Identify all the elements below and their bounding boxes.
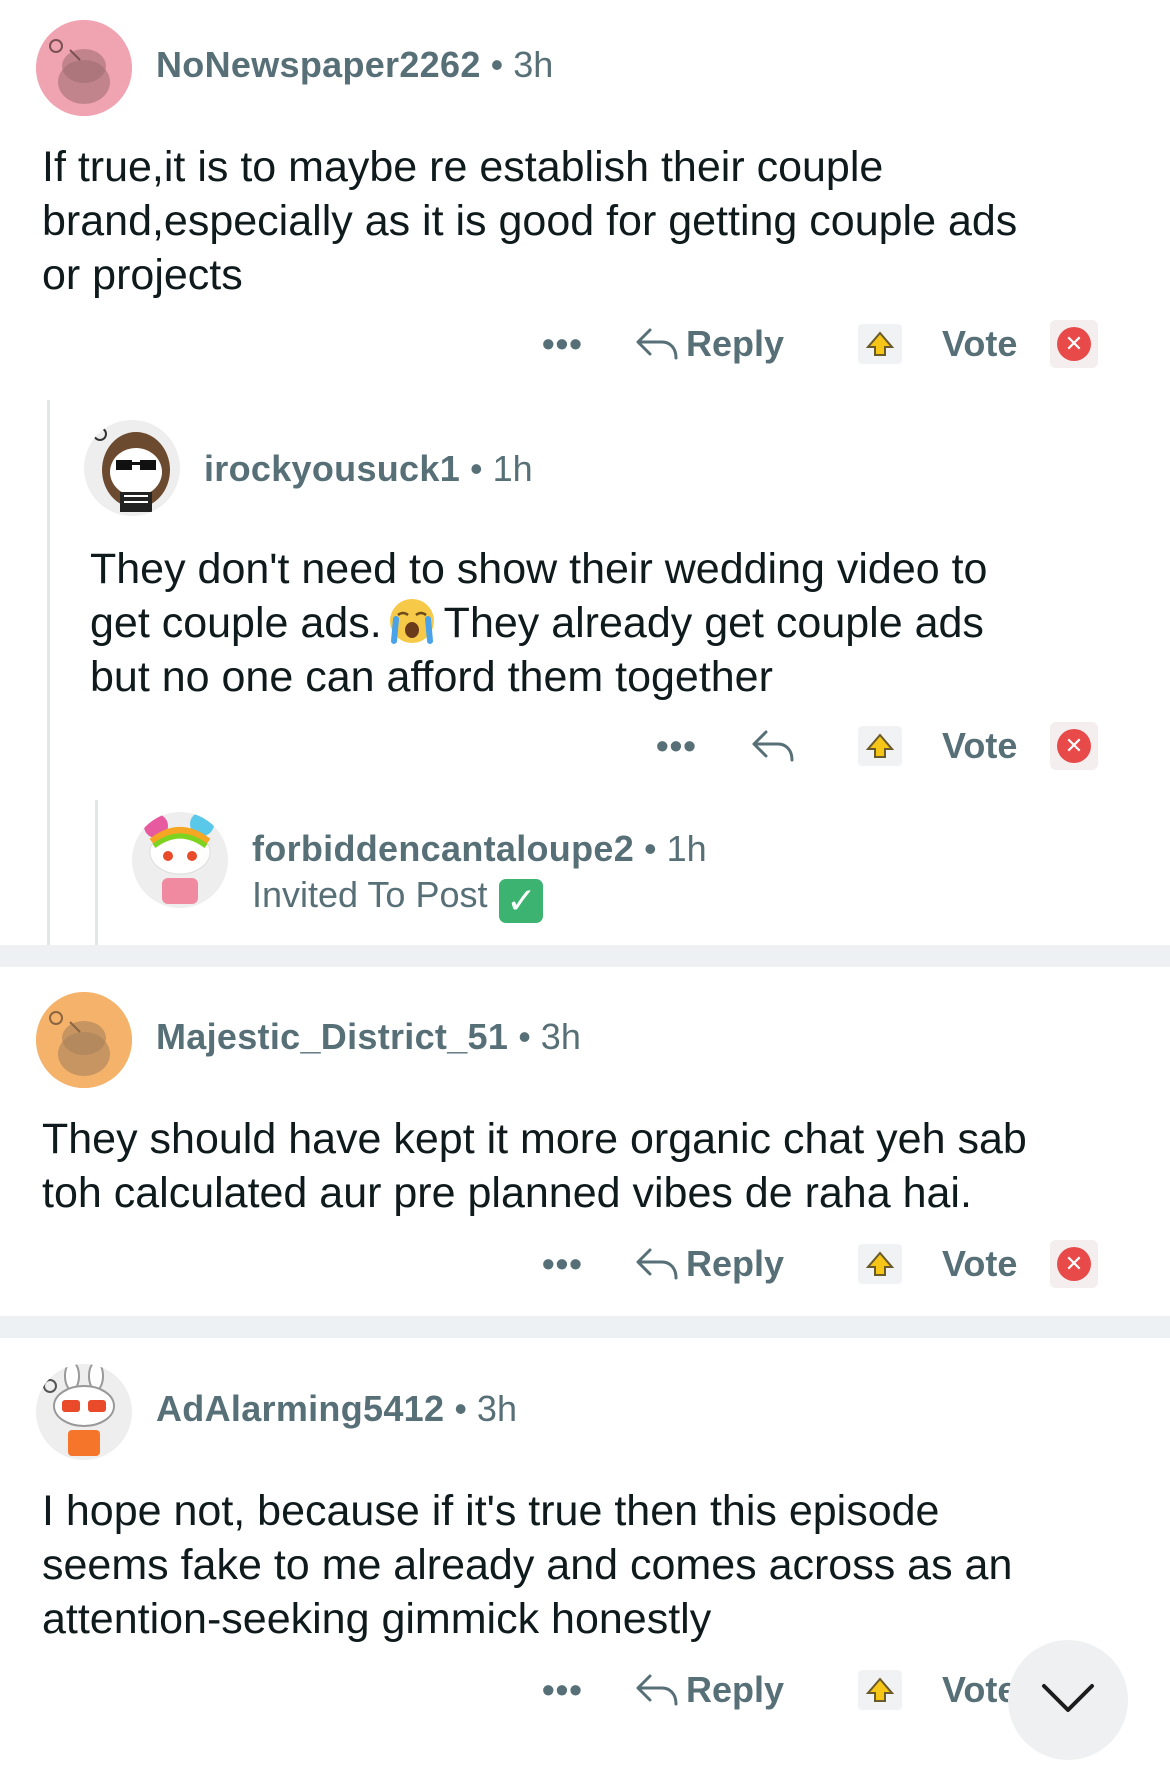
reply-button[interactable]: Reply [634, 316, 784, 372]
comment-actions: ••• Reply Vote ✕ [0, 1236, 1170, 1292]
comment-separator [0, 1316, 1170, 1338]
ellipsis-icon: ••• [542, 1669, 583, 1710]
timestamp: 1h [666, 828, 707, 869]
timestamp: 1h [492, 448, 533, 489]
timestamp: 3h [540, 1016, 581, 1057]
timestamp: 3h [513, 44, 554, 85]
thread-line[interactable] [95, 800, 98, 945]
comment-actions: ••• Reply Vote [0, 1662, 1170, 1718]
comment-actions: ••• Vote ✕ [0, 718, 1170, 774]
chevron-down-icon [1042, 1684, 1094, 1712]
username[interactable]: Majestic_District_51 [156, 1016, 508, 1057]
comment-meta: irockyousuck1 • 1h [204, 448, 533, 490]
downvote-icon: ✕ [1057, 1247, 1091, 1281]
downvote-icon: ✕ [1057, 327, 1091, 361]
ellipsis-icon: ••• [542, 323, 583, 364]
more-options-button[interactable]: ••• [542, 1662, 583, 1718]
reply-button[interactable]: Reply [634, 1662, 784, 1718]
reply-arrow-icon [636, 328, 678, 360]
upvote-button[interactable] [858, 1670, 902, 1710]
vote-count: Vote [942, 725, 1018, 766]
username[interactable]: forbiddencantaloupe2 [252, 828, 634, 869]
timestamp: 3h [476, 1388, 517, 1429]
check-mark-icon: ✓ [499, 879, 544, 923]
downvote-icon: ✕ [1057, 729, 1091, 763]
upvote-icon [866, 1677, 894, 1702]
upvote-icon [866, 733, 894, 758]
reply-button[interactable]: Reply [634, 1236, 784, 1292]
comment-body: They don't need to show their wedding vi… [90, 545, 988, 701]
snoo-avatar-icon [36, 20, 132, 116]
upvote-button[interactable] [858, 726, 902, 766]
vote-count: Vote [942, 1669, 1018, 1710]
upvote-icon [866, 331, 894, 356]
downvote-button[interactable]: ✕ [1050, 320, 1098, 368]
avatar[interactable] [84, 420, 180, 516]
comment-meta: Majestic_District_51 • 3h [156, 1016, 581, 1058]
comment-body: They should have kept it more organic ch… [42, 1115, 1027, 1217]
owl-skeleton-avatar-icon [84, 420, 180, 516]
downvote-button[interactable]: ✕ [1050, 1240, 1098, 1288]
separator-dot: • [518, 1016, 531, 1057]
reply-label: Reply [686, 1243, 785, 1284]
separator-dot: • [644, 828, 657, 869]
avatar[interactable] [36, 20, 132, 116]
reply-label: Reply [686, 1669, 785, 1710]
downvote-button[interactable]: ✕ [1050, 722, 1098, 770]
vote-count: Vote [942, 323, 1018, 364]
scroll-down-button[interactable] [1008, 1640, 1128, 1760]
comment-separator [0, 945, 1170, 967]
avatar[interactable] [132, 812, 228, 908]
reply-arrow-icon [752, 730, 794, 762]
username[interactable]: AdAlarming5412 [156, 1388, 444, 1429]
reply-label: Reply [686, 323, 785, 364]
reply-arrow-icon [636, 1248, 678, 1280]
comment-meta: AdAlarming5412 • 3h [156, 1388, 517, 1430]
more-options-button[interactable]: ••• [656, 718, 697, 774]
ellipsis-icon: ••• [542, 1243, 583, 1284]
avatar[interactable] [36, 1364, 132, 1460]
avatar[interactable] [36, 992, 132, 1088]
comment-body: I hope not, because if it's true then th… [42, 1487, 1013, 1643]
vote-count: Vote [942, 1243, 1018, 1284]
separator-dot: • [454, 1388, 467, 1429]
comment-body: If true,it is to maybe re establish thei… [42, 143, 1018, 299]
comment-meta: forbiddencantaloupe2 • 1h [252, 828, 707, 870]
username[interactable]: NoNewspaper2262 [156, 44, 481, 85]
upvote-button[interactable] [858, 324, 902, 364]
invited-status: Invited To Post ✓ [252, 874, 544, 923]
snoo-avatar-icon [36, 992, 132, 1088]
reply-button[interactable] [750, 718, 796, 774]
username[interactable]: irockyousuck1 [204, 448, 460, 489]
upvote-button[interactable] [858, 1244, 902, 1284]
loudly-crying-face-icon [389, 599, 434, 644]
bunny-hat-avatar-icon [36, 1364, 132, 1460]
comment-meta: NoNewspaper2262 • 3h [156, 44, 553, 86]
upvote-icon [866, 1251, 894, 1276]
rainbow-hair-avatar-icon [132, 812, 228, 908]
separator-dot: • [490, 44, 504, 85]
more-options-button[interactable]: ••• [542, 316, 583, 372]
ellipsis-icon: ••• [656, 725, 697, 766]
comment-actions: ••• Reply Vote ✕ [0, 316, 1170, 372]
separator-dot: • [470, 448, 483, 489]
more-options-button[interactable]: ••• [542, 1236, 583, 1292]
reply-arrow-icon [636, 1674, 678, 1706]
thread-line[interactable] [47, 400, 50, 945]
